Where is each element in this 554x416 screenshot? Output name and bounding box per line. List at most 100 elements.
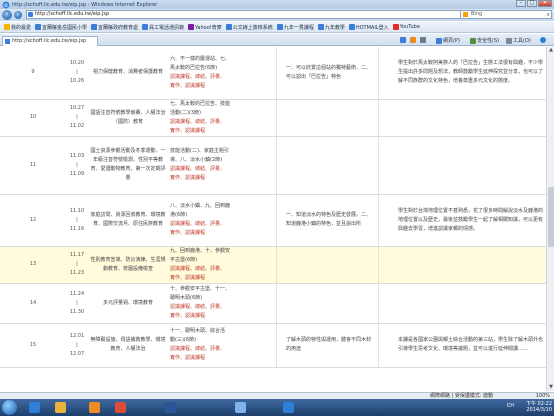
minimize-button[interactable]: – <box>516 0 526 7</box>
objective-cell <box>284 99 378 137</box>
clock-date[interactable]: 2014/3/10 <box>526 407 552 413</box>
week-number: 14 <box>0 283 66 324</box>
activity-cell: 六、不一樣的慶運站、七、 馬太鞍的巴拉告(6節) 認識課程、總結、評量、 實作、認識課… <box>168 47 276 100</box>
separator <box>275 99 284 137</box>
home-button[interactable] <box>400 37 407 43</box>
favorite-item[interactable]: 我的最愛 <box>4 24 31 31</box>
scroll-up-icon[interactable]: ▲ <box>547 47 554 54</box>
favorite-item[interactable]: 宜蘭縣政府教育處 <box>91 24 138 31</box>
separator <box>275 246 284 284</box>
taskbar-app[interactable] <box>230 400 252 415</box>
command-safety[interactable]: 安全性(S) <box>470 37 499 44</box>
date-range: 11.17 | 11.23 <box>66 246 88 284</box>
maximize-button[interactable]: □ <box>527 0 537 7</box>
objective-cell: 一、知道淡水的特色及歷史發展。二、知道鹿港小鎮的特色，並且說出所 <box>284 194 378 247</box>
taskbar-app[interactable] <box>110 400 132 415</box>
search-placeholder: Bing <box>471 11 483 17</box>
command-tools[interactable]: 工具(O) <box>506 37 531 44</box>
taskbar-app[interactable] <box>24 400 46 415</box>
assessment-line: 實作、認識課程 <box>170 127 206 134</box>
close-button[interactable]: ✕ <box>538 0 552 7</box>
favorite-item[interactable]: 宜蘭縣金岳國民小學 <box>35 24 87 31</box>
separator <box>377 283 396 324</box>
objective-cell <box>284 136 378 195</box>
favorite-item[interactable]: 公文線上簽核系統 <box>225 24 273 31</box>
tab-bar: http://schoff.ilc.edu.tw/eip.jsp 網頁(P) 安… <box>0 34 554 46</box>
feeds-button[interactable] <box>410 37 417 43</box>
objective-cell <box>284 283 378 324</box>
search-box[interactable]: Bing ⌕ <box>460 10 552 19</box>
favorite-item[interactable]: 九年一貫課程 <box>276 24 314 31</box>
favorite-label: 宜蘭縣政府教育處 <box>98 24 139 31</box>
favorite-item[interactable]: 員工電話通訊錄 <box>142 24 184 31</box>
gear-icon <box>506 37 512 44</box>
vertical-scrollbar[interactable]: ▲ ▼ <box>546 47 554 391</box>
reflection-cell: 學生對於台灣地理位置不甚熟悉，花了很多時間解說淡水及鹿港的地理位置以及歷史，最後… <box>396 194 546 247</box>
date-range: 10.20 | 10.26 <box>66 47 88 100</box>
taskbar-app[interactable] <box>160 400 182 415</box>
reflection-cell: 本課是各國家公園與鄉土綜合活動的第三站，學生除了解木頭外也引導學生思考文化、環境… <box>396 323 546 368</box>
assessment-line: 實作、認識課程 <box>170 175 206 181</box>
address-input[interactable]: http://schoff.ilc.edu.tw/eip.jsp <box>26 10 496 19</box>
schedule-row: 11 11.03 | 11.09 國土資源參觀活動及冬季運動、一年級注音符號檢測、性… <box>0 136 546 195</box>
taskbar-app[interactable] <box>278 400 300 415</box>
schedule-row: 9 10.20 | 10.26 視力保健教育、消費者保護教育 六、不一樣的慶運站、七、… <box>0 47 546 100</box>
assessment-line: 認識課程、總結、評量、 <box>170 73 226 80</box>
unit-line: 活動(二)(3節) <box>170 109 201 116</box>
page-icon <box>35 24 42 30</box>
scroll-thumb[interactable] <box>548 187 554 247</box>
favorite-item[interactable]: HOTMAIL登入 <box>348 24 389 31</box>
page-icon <box>28 12 33 17</box>
search-icon[interactable]: ⌕ <box>547 11 550 18</box>
command-safety-label: 安全性(S) <box>477 38 500 44</box>
window-title: http://schoff.ilc.edu.tw/eip.jsp - Windo… <box>12 1 158 8</box>
separator <box>275 323 284 368</box>
language-indicator[interactable]: CH <box>507 403 514 409</box>
forward-button[interactable]: › <box>14 11 22 19</box>
topic-cell: 性別教育宣導、防災演練、生涯規劃教育、校園設備檢查 <box>88 246 168 284</box>
page-icon <box>276 24 283 30</box>
schedule-row: 15 12.01 | 12.07 無障礙設施、母語補救教學、環境教育、人權法治 十一、… <box>0 323 546 368</box>
reflection-cell <box>396 136 546 195</box>
date-range: 11.24 | 11.30 <box>66 283 88 324</box>
favorite-label: 公文線上簽核系統 <box>232 24 273 31</box>
assessment-line: 認識課程、總結、評量、 <box>170 166 226 172</box>
page-icon <box>225 24 232 30</box>
topic-cell: 多元評量週、環境教育 <box>88 283 168 324</box>
favorite-item[interactable]: 九年教學 <box>317 24 345 31</box>
separator <box>275 47 284 100</box>
separator <box>275 194 284 247</box>
unit-line: 八、淡水小鎮、九、回到鹿 <box>170 203 231 209</box>
start-button[interactable] <box>2 400 17 415</box>
command-page-label: 網頁(P) <box>443 38 460 44</box>
ie-window-icon <box>283 402 294 413</box>
activity-cell: 技能活動(二)、家庭主題引 導、八、淡水小鎮(2節) 認識課程、總結、評量、 實作、認… <box>168 136 276 195</box>
back-button[interactable]: ‹ <box>2 10 12 20</box>
page-icon <box>5 39 10 44</box>
taskbar-app[interactable] <box>50 400 72 415</box>
topic-cell: 無障礙設施、母語補救教學、環境教育、人權法治 <box>88 323 168 368</box>
week-number: 11 <box>0 136 66 195</box>
date-range: 11.10 | 11.16 <box>66 194 88 247</box>
media-player-icon <box>89 402 100 413</box>
assessment-line: 認識課程、總結、評量、 <box>170 304 226 310</box>
page-content: 9 10.20 | 10.26 視力保健教育、消費者保護教育 六、不一樣的慶運站、七、… <box>0 47 546 391</box>
print-button[interactable] <box>420 37 427 43</box>
scroll-down-icon[interactable]: ▼ <box>547 384 554 391</box>
favorite-item[interactable]: YouTube <box>392 24 420 30</box>
page-icon <box>91 24 98 30</box>
schedule-table: 9 10.20 | 10.26 視力保健教育、消費者保護教育 六、不一樣的慶運站、七、… <box>0 47 546 368</box>
help-button[interactable] <box>540 37 547 43</box>
taskbar-app[interactable] <box>84 400 106 415</box>
week-number: 12 <box>0 194 66 247</box>
browser-tab[interactable]: http://schoff.ilc.edu.tw/eip.jsp <box>2 36 98 46</box>
status-bar: 網際網路 | 受保護模式: 啟動 100% <box>0 392 554 399</box>
unit-line: 六、不一樣的慶運站、七、 <box>170 55 231 62</box>
page-icon <box>317 24 324 30</box>
unit-line: 馬太鞍的巴拉告(6節) <box>170 64 218 71</box>
unit-line: 導、八、淡水小鎮(2節) <box>170 157 223 163</box>
activity-cell: 十一、聰明木頭、綜合活 動(三)(6節) 認識課程、總結、評量、 實作、認識課程 <box>168 323 276 368</box>
command-page[interactable]: 網頁(P) <box>436 37 460 44</box>
date-range: 10.27 | 11.02 <box>66 99 88 137</box>
favorite-item[interactable]: Yahoo!奇摩 <box>188 24 222 31</box>
